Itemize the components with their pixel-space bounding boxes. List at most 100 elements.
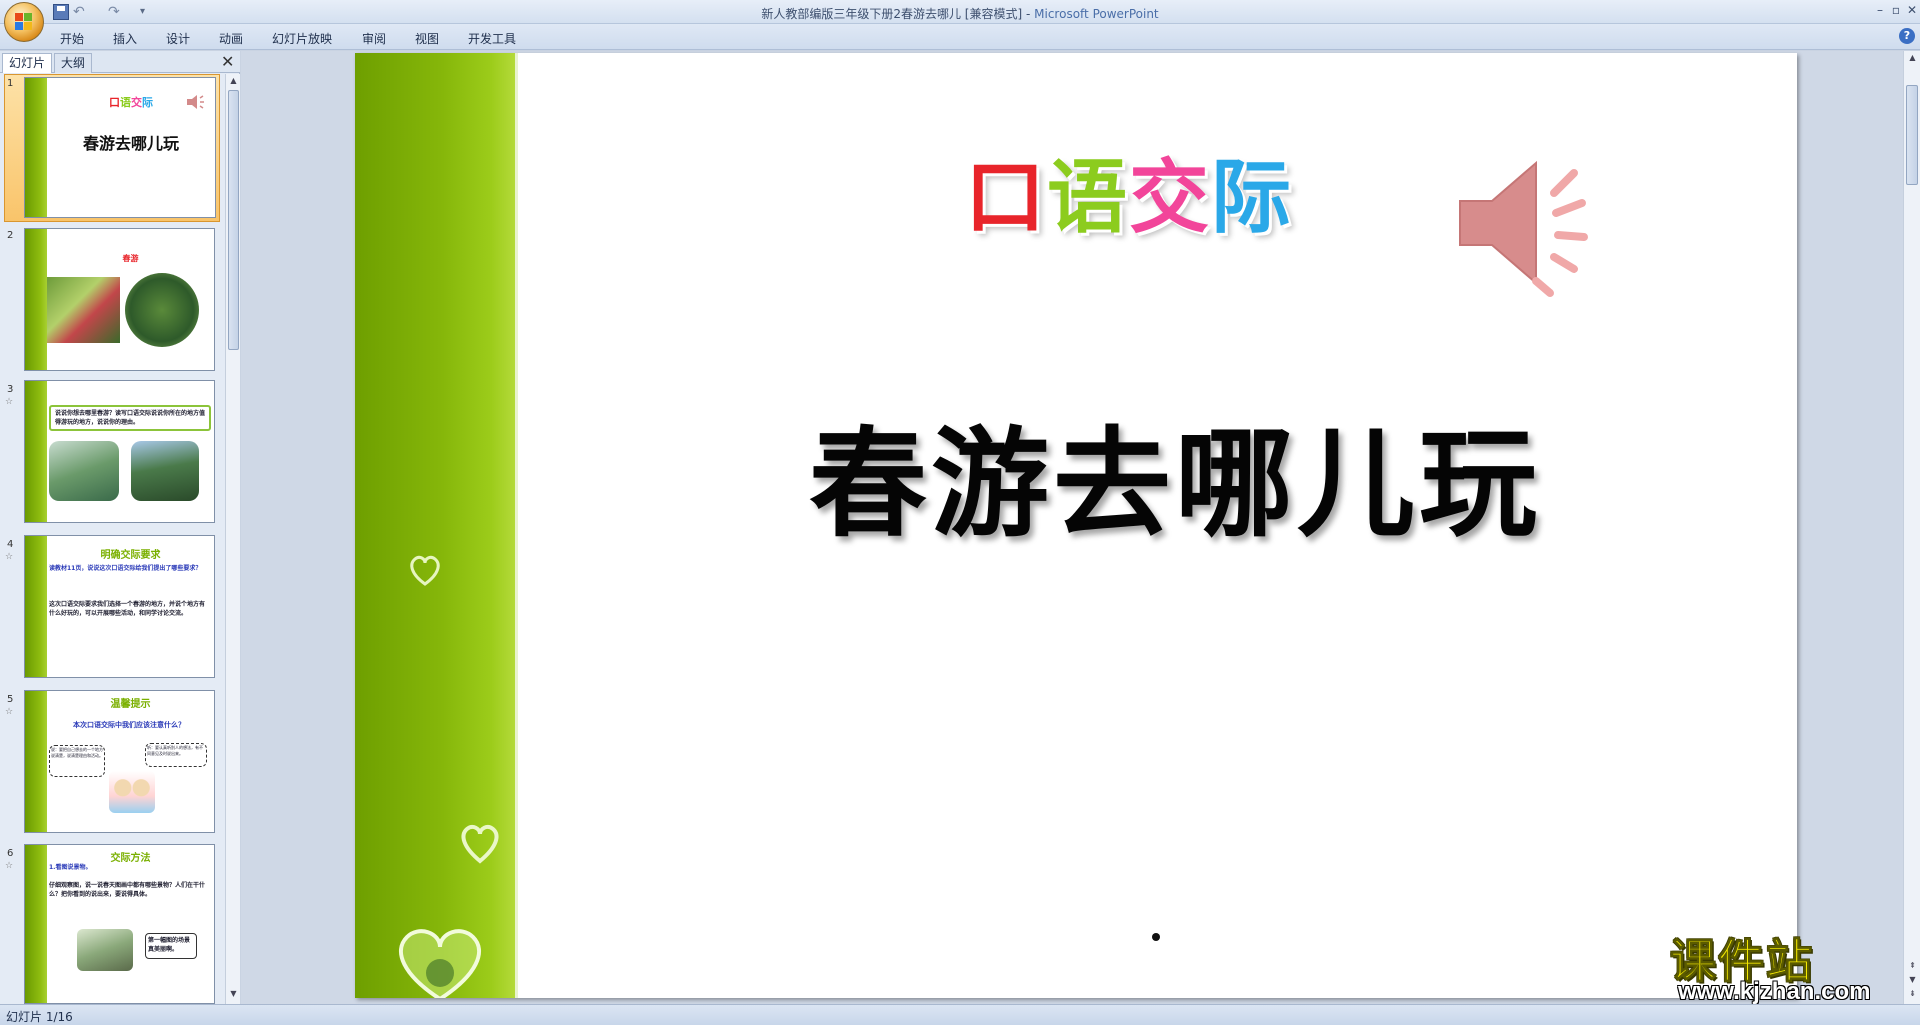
slide-thumbnail-3[interactable]: 3 ☆ 说说你想去哪里春游？读写口语交际说说你所在的地方值得游玩的地方，说说你的…: [0, 380, 225, 530]
close-panel-icon[interactable]: ✕: [221, 53, 234, 71]
thumb-canvas: 交际方法 1.看图说景物。 仔细观察图，说一说春天图画中都有哪些景物？人们在干什…: [24, 844, 215, 1004]
heading-char: 口: [965, 151, 1047, 244]
speech-bubble-right: 听：要认真听别人的想法，有不同意见及时说出来。: [145, 743, 207, 767]
slide-thumbnail-4[interactable]: 4 ☆ 明确交际要求 读教材11页，说说这次口语交际给我们提出了哪些要求？ 这次…: [0, 535, 225, 685]
heart-decoration-icon: [398, 929, 482, 998]
slide-thumbnail-6[interactable]: 6 ☆ 交际方法 1.看图说景物。 仔细观察图，说一说春天图画中都有哪些景物？人…: [0, 844, 225, 1004]
animation-star-icon: ☆: [5, 707, 14, 717]
speaker-icon[interactable]: [1450, 153, 1600, 303]
slide-counter: 幻灯片 1/16: [6, 1010, 73, 1024]
green-bar: [25, 381, 47, 522]
heading-char: 语: [1047, 151, 1129, 244]
heading-char: 际: [142, 96, 153, 109]
slide-heading: 口语交际: [965, 133, 1293, 249]
slides-panel: 幻灯片 大纲 ✕ 1 口语交际 春游去哪儿玩 2 春游 3 ☆ 说说你想去哪里春…: [0, 51, 240, 1004]
thumb-title: 春游: [122, 254, 139, 263]
slide-title[interactable]: 春游去哪儿玩: [755, 388, 1595, 559]
thumbnail-list: 1 口语交际 春游去哪儿玩 2 春游 3 ☆ 说说你想去哪里春游？读写口语交际说…: [0, 74, 225, 1004]
animation-star-icon: ☆: [5, 397, 14, 407]
thumb-text: 读教材11页，说说这次口语交际给我们提出了哪些要求？: [49, 565, 202, 572]
green-bar: [25, 691, 47, 832]
green-bar: [25, 845, 47, 1003]
animation-star-icon: ☆: [5, 861, 14, 871]
scroll-up-icon[interactable]: ▲: [1907, 53, 1918, 65]
panel-tabs: 幻灯片 大纲 ✕: [0, 51, 240, 73]
slide-number: 5: [7, 694, 14, 705]
status-bar: 幻灯片 1/16: [0, 1004, 1920, 1025]
thumb-text: 本次口语交际中我们应该注意什么？: [73, 721, 185, 729]
document-title: 新人教部编版三年级下册2春游去哪儿 [兼容模式] -: [761, 7, 1035, 21]
thumb-canvas: 说说你想去哪里春游？读写口语交际说说你所在的地方值得游玩的地方，说说你的理由。: [24, 380, 215, 523]
thumb-canvas: 春游: [24, 228, 215, 371]
thumb-title: 温馨提示: [110, 699, 151, 710]
speaker-icon: [187, 95, 204, 109]
photo-scenery: [77, 929, 133, 971]
office-logo-icon: [15, 13, 33, 31]
placeholder-dot: [1152, 933, 1160, 941]
slide-number: 3: [7, 384, 14, 395]
thumb-text: 仔细观察图，说一说春天图画中都有哪些景物？人们在干什么？把你看到的说出来，要说得…: [49, 882, 206, 898]
tab-animations[interactable]: 动画: [219, 30, 243, 47]
heart-icon: [461, 824, 499, 864]
slide-number: 1: [7, 78, 14, 89]
thumb-canvas: 口语交际 春游去哪儿玩: [24, 77, 216, 218]
help-icon[interactable]: ?: [1899, 28, 1915, 44]
green-bar-edge: [515, 53, 518, 998]
slide-canvas[interactable]: 口语交际 春游去哪儿玩: [355, 53, 1797, 998]
thumb-title: 春游去哪儿玩: [82, 134, 179, 153]
green-bar: [25, 229, 47, 370]
title-bar: ↶ ↷ ▾ 新人教部编版三年级下册2春游去哪儿 [兼容模式] - Microso…: [0, 0, 1920, 24]
thumb-title: 交际方法: [110, 853, 151, 864]
photo-crowd: [47, 277, 120, 343]
thumb-canvas: 明确交际要求 读教材11页，说说这次口语交际给我们提出了哪些要求？ 这次口语交际…: [24, 535, 215, 678]
slide-thumbnail-1[interactable]: 1 口语交际 春游去哪儿玩: [0, 74, 225, 224]
scroll-thumb[interactable]: [1906, 85, 1918, 185]
slide-number: 4: [7, 539, 14, 550]
thumb-text: 这次口语交际要求我们选择一个春游的地方，并说个地方有什么好玩的，可以开展哪些活动…: [49, 601, 206, 617]
office-button[interactable]: [4, 2, 44, 42]
speech-bubble: 第一幅图的场景真美丽啊。: [145, 933, 197, 959]
tab-outline[interactable]: 大纲: [54, 53, 93, 73]
thumb-text: 说说你想去哪里春游？读写口语交际说说你所在的地方值得游玩的地方，说说你的理由。: [49, 405, 211, 431]
slide-thumbnail-5[interactable]: 5 ☆ 温馨提示 本次口语交际中我们应该注意什么？ 说：要把自己想去的一个地方说…: [0, 690, 225, 840]
scroll-down-icon[interactable]: ▼: [228, 989, 239, 1001]
watermark-url: www.kjzhan.com: [1678, 978, 1871, 1005]
tab-review[interactable]: 审阅: [362, 30, 386, 47]
slide-number: 6: [7, 848, 14, 859]
photo-river: [49, 441, 119, 501]
thumbnail-scrollbar[interactable]: ▲ ▼: [225, 74, 240, 1004]
thumb-title: 明确交际要求: [100, 550, 161, 561]
slide-number: 2: [7, 230, 14, 241]
photo-forest: [125, 273, 199, 347]
slide-workspace: 口语交际 春游去哪儿玩: [241, 51, 1903, 1004]
heading-char: 交: [1129, 151, 1211, 244]
watermark-logo: 课件站 www.kjzhan.com: [1664, 925, 1916, 1006]
heading-char: 语: [120, 96, 131, 109]
thumb-canvas: 温馨提示 本次口语交际中我们应该注意什么？ 说：要把自己想去的一个地方说清楚，说…: [24, 690, 215, 833]
tab-insert[interactable]: 插入: [113, 30, 137, 47]
heading-char: 际: [1211, 151, 1293, 244]
heading-char: 口: [109, 96, 120, 109]
tab-view[interactable]: 视图: [415, 30, 439, 47]
close-button[interactable]: ✕: [1902, 1, 1920, 19]
window-title: 新人教部编版三年级下册2春游去哪儿 [兼容模式] - Microsoft Pow…: [0, 5, 1920, 22]
tab-home[interactable]: 开始: [60, 30, 84, 47]
heading-char: 交: [131, 96, 142, 109]
animation-star-icon: ☆: [5, 552, 14, 562]
speech-bubble-left: 说：要把自己想去的一个地方说清楚，说清楚理由和活动。: [49, 745, 105, 777]
scroll-thumb[interactable]: [228, 90, 239, 350]
tab-design[interactable]: 设计: [166, 30, 190, 47]
workspace-scrollbar[interactable]: ▲ ⇞ ▼ ⇟: [1903, 51, 1920, 1004]
children-illustration: [109, 771, 155, 813]
slide-thumbnail-2[interactable]: 2 春游: [0, 226, 225, 376]
tab-slides[interactable]: 幻灯片: [2, 53, 53, 73]
app-name: Microsoft PowerPoint: [1034, 7, 1159, 21]
ribbon-tabs: 开始 插入 设计 动画 幻灯片放映 审阅 视图 开发工具 ?: [0, 24, 1920, 50]
green-bar: [25, 536, 47, 677]
thumb-text: 1.看图说景物。: [49, 864, 92, 871]
heart-icon: [410, 555, 440, 586]
green-bar: [25, 78, 47, 217]
tab-developer[interactable]: 开发工具: [468, 30, 516, 47]
scroll-up-icon[interactable]: ▲: [228, 76, 239, 88]
tab-slide-show[interactable]: 幻灯片放映: [272, 30, 332, 47]
